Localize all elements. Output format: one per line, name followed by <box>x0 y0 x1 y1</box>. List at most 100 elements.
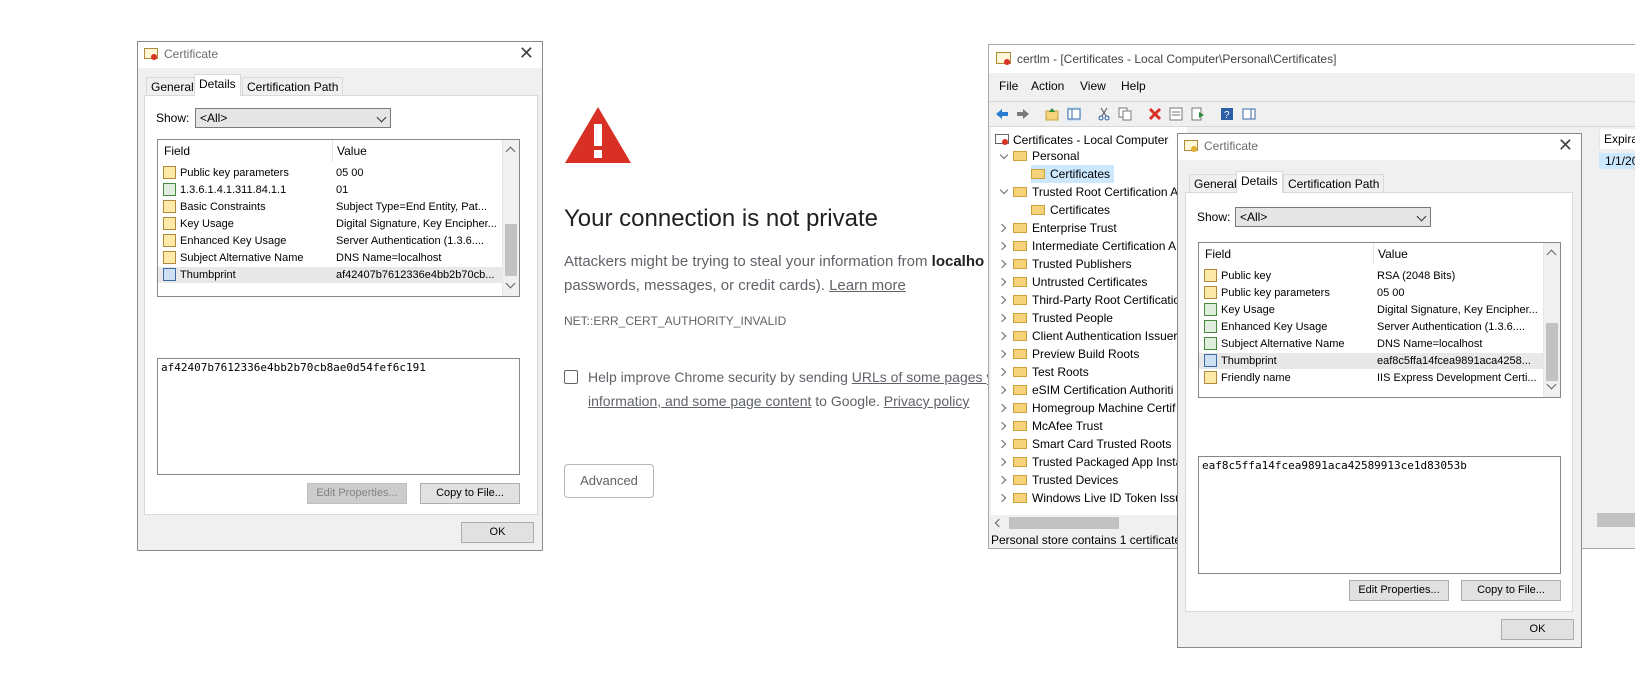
tab-certification-path[interactable]: Certification Path <box>1283 174 1385 193</box>
chevron-right-icon[interactable] <box>997 493 1007 503</box>
menu-file[interactable]: File <box>999 79 1018 93</box>
table-row-selected[interactable]: Thumbprint eaf8c5ffa14fcea9891aca4258... <box>1199 353 1546 369</box>
tree-node-untrusted[interactable]: Untrusted Certificates <box>1013 273 1147 291</box>
tree-node-intermediate[interactable]: Intermediate Certification A <box>1013 237 1176 255</box>
list-cell-expiration[interactable]: 1/1/20 <box>1599 153 1635 169</box>
table-row[interactable]: Basic Constraints Subject Type=End Entit… <box>158 199 505 215</box>
chevron-right-icon[interactable] <box>997 313 1007 323</box>
chevron-right-icon[interactable] <box>997 223 1007 233</box>
tree-node-personal-certificates[interactable]: Certificates <box>1031 165 1115 183</box>
vertical-scrollbar[interactable] <box>502 140 519 296</box>
chevron-right-icon[interactable] <box>997 385 1007 395</box>
tab-general[interactable]: General <box>146 77 199 96</box>
tree-node-homegroup[interactable]: Homegroup Machine Certif <box>1013 399 1175 417</box>
properties-icon[interactable] <box>1169 107 1183 121</box>
column-header-field[interactable]: Field <box>164 140 324 162</box>
tree-node-smart-card[interactable]: Smart Card Trusted Roots <box>1013 435 1171 453</box>
chevron-right-icon[interactable] <box>997 241 1007 251</box>
chevron-right-icon[interactable] <box>997 295 1007 305</box>
list-pane-scrollbar[interactable] <box>1597 513 1635 527</box>
tree-node-test-roots[interactable]: Test Roots <box>1013 363 1089 381</box>
chevron-down-icon[interactable] <box>999 185 1009 195</box>
table-row[interactable]: Subject Alternative Name DNS Name=localh… <box>1199 336 1546 352</box>
chevron-right-icon[interactable] <box>997 277 1007 287</box>
help-icon[interactable]: ? <box>1220 107 1234 121</box>
column-header-value[interactable]: Value <box>1373 243 1548 265</box>
tab-certification-path[interactable]: Certification Path <box>242 77 344 96</box>
edit-properties-button[interactable]: Edit Properties... <box>1349 580 1449 601</box>
learn-more-link[interactable]: Learn more <box>829 277 906 294</box>
field-detail-textbox[interactable]: eaf8c5ffa14fcea9891aca42589913ce1d83053b <box>1198 456 1561 574</box>
menu-view[interactable]: View <box>1080 79 1106 93</box>
close-icon[interactable]: ✕ <box>519 43 534 64</box>
ok-button[interactable]: OK <box>1501 619 1574 640</box>
scrollbar-thumb[interactable] <box>1009 517 1119 529</box>
tree-node-windows-live[interactable]: Windows Live ID Token Issu <box>1013 489 1182 507</box>
column-header-value[interactable]: Value <box>332 140 507 162</box>
show-hide-tree-icon[interactable] <box>1067 107 1081 121</box>
chevron-right-icon[interactable] <box>997 349 1007 359</box>
horizontal-scrollbar[interactable] <box>991 515 1187 531</box>
scroll-left-icon[interactable] <box>994 518 1004 528</box>
delete-icon[interactable] <box>1148 107 1162 121</box>
scroll-down-icon[interactable] <box>505 278 516 289</box>
list-column-header-expiration[interactable]: Expirat <box>1599 129 1635 149</box>
action-pane-icon[interactable] <box>1242 107 1256 121</box>
tab-details[interactable]: Details <box>1236 171 1283 193</box>
tree-node-preview-build-roots[interactable]: Preview Build Roots <box>1013 345 1139 363</box>
table-row[interactable]: Key Usage Digital Signature, Key Enciphe… <box>158 216 505 232</box>
table-row[interactable]: Public key parameters 05 00 <box>1199 285 1546 301</box>
tree-node-third-party-root[interactable]: Third-Party Root Certificatio <box>1013 291 1180 309</box>
scrollbar-thumb[interactable] <box>1546 323 1558 381</box>
table-row[interactable]: 1.3.6.1.4.1.311.84.1.1 01 <box>158 182 505 198</box>
chevron-right-icon[interactable] <box>997 403 1007 413</box>
tree-node-personal[interactable]: Personal <box>1013 147 1079 165</box>
show-dropdown[interactable]: <All> <box>195 108 391 128</box>
menu-help[interactable]: Help <box>1121 79 1146 93</box>
window-title-bar[interactable]: certlm - [Certificates - Local Computer\… <box>989 45 1635 73</box>
chevron-right-icon[interactable] <box>997 259 1007 269</box>
up-folder-icon[interactable] <box>1045 107 1059 121</box>
copy-to-file-button[interactable]: Copy to File... <box>420 483 520 504</box>
table-row[interactable]: Public key RSA (2048 Bits) <box>1199 268 1546 284</box>
table-row[interactable]: Enhanced Key Usage Server Authentication… <box>1199 319 1546 335</box>
scrollbar-thumb[interactable] <box>505 224 517 276</box>
copy-to-file-button[interactable]: Copy to File... <box>1461 580 1561 601</box>
tree-node-trusted-devices[interactable]: Trusted Devices <box>1013 471 1118 489</box>
tree-node-packaged-app[interactable]: Trusted Packaged App Insta <box>1013 453 1182 471</box>
close-icon[interactable]: ✕ <box>1558 135 1573 156</box>
tree-node-trusted-root-certificates[interactable]: Certificates <box>1031 201 1110 219</box>
tree-node-trusted-people[interactable]: Trusted People <box>1013 309 1113 327</box>
column-header-field[interactable]: Field <box>1205 243 1365 265</box>
chevron-right-icon[interactable] <box>997 475 1007 485</box>
page-content-link[interactable]: information, and some page content <box>588 393 811 409</box>
copy-icon[interactable] <box>1118 107 1132 121</box>
tree-node-trusted-publishers[interactable]: Trusted Publishers <box>1013 255 1132 273</box>
forward-icon[interactable] <box>1016 107 1030 121</box>
table-row[interactable]: Friendly name IIS Express Development Ce… <box>1199 370 1546 386</box>
urls-link[interactable]: URLs of some pages you <box>852 369 988 385</box>
help-improve-checkbox[interactable] <box>564 370 578 384</box>
tree-node-client-auth[interactable]: Client Authentication Issuer <box>1013 327 1177 345</box>
table-row[interactable]: Public key parameters 05 00 <box>158 165 505 181</box>
ok-button[interactable]: OK <box>461 522 534 543</box>
show-dropdown[interactable]: <All> <box>1235 207 1431 227</box>
table-row-selected[interactable]: Thumbprint af42407b7612336e4bb2b70cb... <box>158 267 505 283</box>
table-row[interactable]: Key Usage Digital Signature, Key Enciphe… <box>1199 302 1546 318</box>
chevron-right-icon[interactable] <box>997 457 1007 467</box>
tab-general[interactable]: General <box>1189 174 1242 193</box>
privacy-policy-link[interactable]: Privacy policy <box>884 393 970 409</box>
edit-properties-button[interactable]: Edit Properties... <box>307 483 407 504</box>
chevron-right-icon[interactable] <box>997 367 1007 377</box>
cut-icon[interactable] <box>1097 107 1111 121</box>
scroll-down-icon[interactable] <box>1546 379 1557 390</box>
field-detail-textbox[interactable]: af42407b7612336e4bb2b70cb8ae0d54fef6c191 <box>157 358 520 475</box>
vertical-scrollbar[interactable] <box>1543 243 1560 397</box>
table-row[interactable]: Subject Alternative Name DNS Name=localh… <box>158 250 505 266</box>
tree-node-enterprise-trust[interactable]: Enterprise Trust <box>1013 219 1117 237</box>
menu-action[interactable]: Action <box>1031 79 1064 93</box>
chevron-right-icon[interactable] <box>997 421 1007 431</box>
advanced-button[interactable]: Advanced <box>564 464 654 498</box>
chevron-down-icon[interactable] <box>999 150 1009 160</box>
tree-node-esim[interactable]: eSIM Certification Authoriti <box>1013 381 1173 399</box>
